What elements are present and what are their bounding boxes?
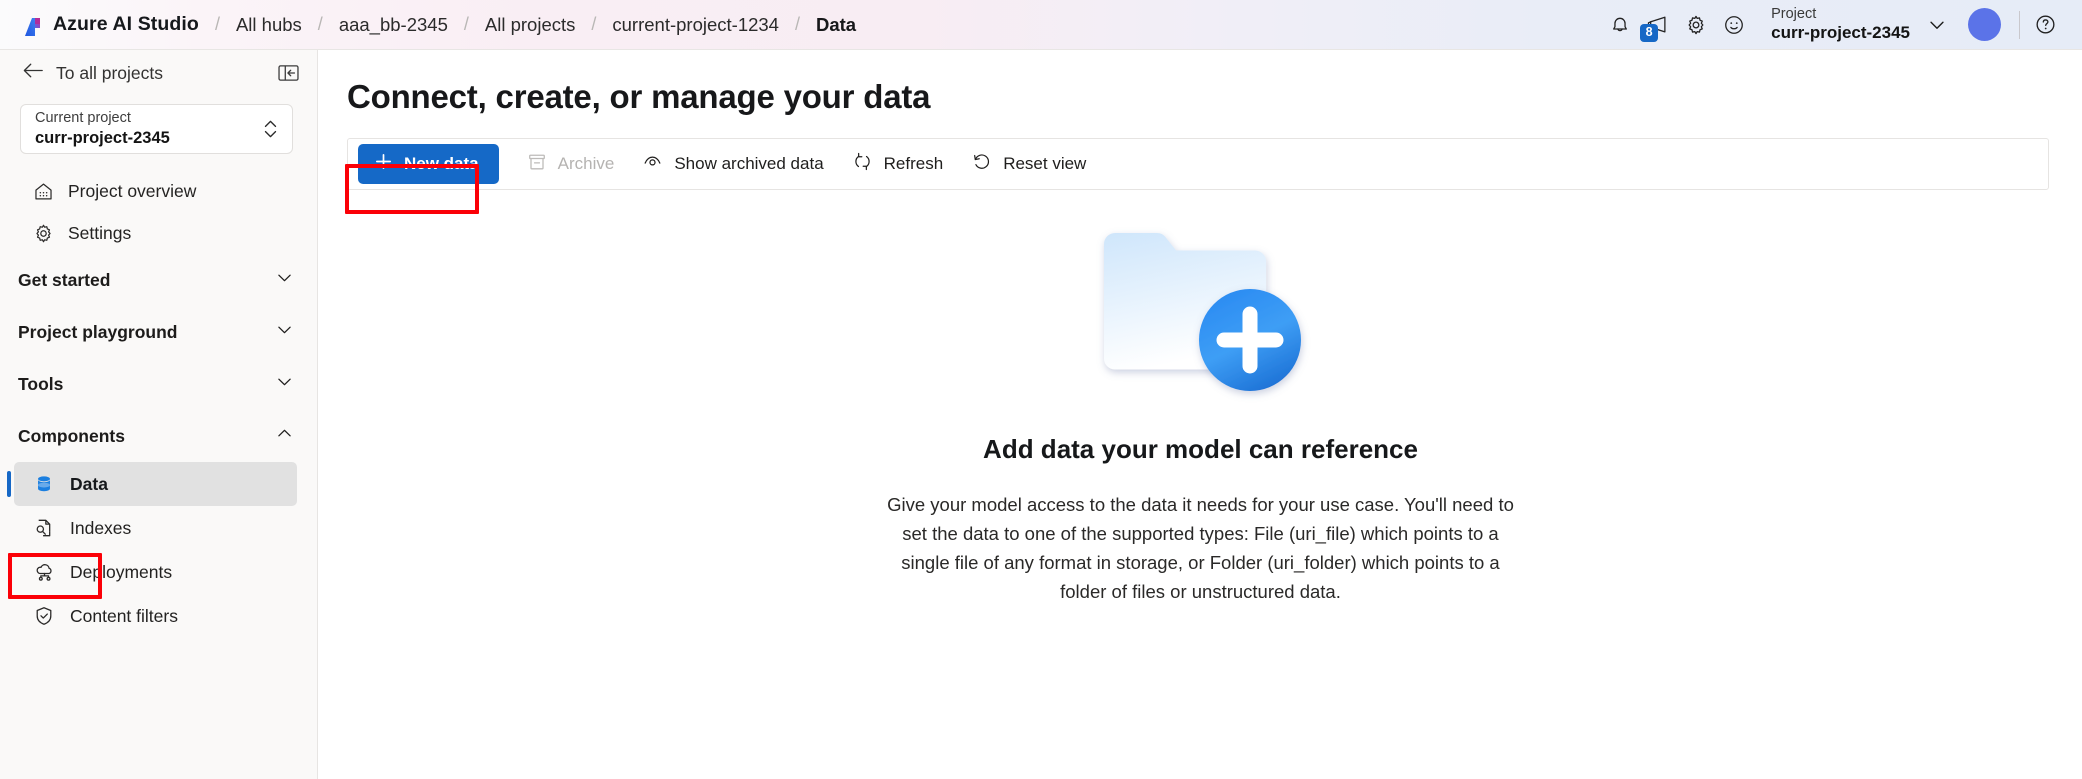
breadcrumb-project[interactable]: current-project-1234: [612, 14, 779, 36]
collapse-panel-icon[interactable]: [273, 58, 303, 88]
refresh-button[interactable]: Refresh: [838, 145, 958, 183]
top-header-bar: Azure AI Studio / All hubs / aaa_bb-2345…: [0, 0, 2082, 50]
sidebar-item-deployments[interactable]: Deployments: [14, 550, 297, 594]
eye-icon: [642, 151, 663, 177]
current-project-selector[interactable]: Current project curr-project-2345: [20, 104, 293, 154]
cloud-deployment-icon: [32, 561, 56, 583]
header-project-label: Project: [1771, 5, 1817, 22]
current-project-label: Current project: [35, 110, 131, 127]
home-overview-icon: [32, 181, 54, 202]
breadcrumb-data[interactable]: Data: [816, 14, 856, 36]
sidebar-section-label: Components: [18, 425, 125, 446]
chevron-up-down-icon: [263, 117, 278, 141]
user-avatar[interactable]: [1968, 8, 2001, 41]
sidebar-item-content-filters[interactable]: Content filters: [14, 594, 297, 638]
sidebar-section-label: Get started: [18, 269, 111, 290]
chevron-down-icon: [274, 267, 295, 293]
sidebar-item-label: Project overview: [68, 180, 197, 201]
sidebar-section-label: Project playground: [18, 321, 178, 342]
sidebar-item-label: Deployments: [70, 561, 173, 582]
header-project-switcher[interactable]: Project curr-project-2345: [1771, 6, 1910, 43]
refresh-button-label: Refresh: [883, 154, 944, 173]
new-data-button-label: New data: [404, 154, 479, 173]
sidebar-section-tools[interactable]: Tools: [0, 358, 317, 410]
settings-gear-button[interactable]: [1677, 6, 1715, 44]
refresh-icon: [852, 151, 873, 177]
sidebar-section-components[interactable]: Components: [0, 410, 317, 462]
announcements-megaphone-button[interactable]: 8: [1639, 6, 1677, 44]
sidebar-item-label: Content filters: [70, 605, 178, 626]
sidebar-section-label: Tools: [18, 373, 64, 394]
back-link-label: To all projects: [56, 62, 163, 83]
azure-ai-studio-logo-icon: [22, 13, 44, 37]
breadcrumb-separator: /: [591, 14, 597, 34]
sidebar-header: To all projects: [0, 50, 317, 96]
breadcrumb-separator: /: [317, 14, 323, 34]
help-question-button[interactable]: [2026, 6, 2064, 44]
main-content: Connect, create, or manage your data New…: [319, 50, 2082, 779]
empty-state-title: Add data your model can reference: [983, 434, 1418, 464]
sidebar-item-data[interactable]: Data: [7, 462, 297, 506]
breadcrumb-all-hubs[interactable]: All hubs: [236, 14, 302, 36]
feedback-smiley-button[interactable]: [1715, 6, 1753, 44]
sidebar-item-label: Settings: [68, 222, 132, 243]
arrow-left-icon: [22, 62, 44, 84]
sidebar-item-label: Indexes: [70, 517, 132, 538]
chevron-up-icon: [274, 423, 295, 449]
empty-state: Add data your model can reference Give y…: [319, 216, 2082, 606]
archive-box-icon: [527, 152, 547, 177]
sidebar-item-indexes[interactable]: Indexes: [14, 506, 297, 550]
notification-count-badge: 8: [1640, 23, 1659, 42]
reset-undo-icon: [971, 151, 992, 177]
page-title: Connect, create, or manage your data: [347, 78, 931, 115]
header-project-value: curr-project-2345: [1771, 23, 1910, 43]
header-divider: [2019, 10, 2020, 39]
show-archived-data-button[interactable]: Show archived data: [628, 145, 837, 183]
empty-state-body: Give your model access to the data it ne…: [887, 494, 1514, 602]
archive-button-label: Archive: [557, 154, 615, 173]
breadcrumb-hub[interactable]: aaa_bb-2345: [339, 14, 448, 36]
chevron-down-icon[interactable]: [1920, 8, 1954, 42]
reset-view-button-label: Reset view: [1003, 154, 1087, 173]
breadcrumb-separator: /: [214, 14, 220, 34]
database-icon: [32, 473, 56, 495]
sidebar-section-project-playground[interactable]: Project playground: [0, 306, 317, 358]
gear-icon: [32, 223, 54, 244]
index-search-document-icon: [32, 517, 56, 539]
chevron-down-icon: [274, 371, 295, 397]
left-sidebar: To all projects Current project curr-pro…: [0, 50, 318, 779]
breadcrumb-separator: /: [463, 14, 469, 34]
new-data-button[interactable]: New data: [358, 144, 499, 184]
sidebar-item-settings[interactable]: Settings: [0, 212, 317, 254]
chevron-down-icon: [274, 319, 295, 345]
shield-check-icon: [32, 605, 56, 627]
brand-name: Azure AI Studio: [53, 13, 199, 35]
archive-button[interactable]: Archive: [513, 145, 629, 183]
command-toolbar: New data Archive Show archived data Refr…: [347, 138, 2049, 190]
current-project-value: curr-project-2345: [35, 128, 170, 147]
folder-plus-illustration-icon: [1086, 216, 1316, 406]
sidebar-item-label: Data: [70, 473, 108, 494]
plus-icon: [374, 152, 393, 176]
brand-home-link[interactable]: Azure AI Studio: [0, 13, 199, 37]
sidebar-section-get-started[interactable]: Get started: [0, 254, 317, 306]
notifications-bell-button[interactable]: [1601, 6, 1639, 44]
reset-view-button[interactable]: Reset view: [957, 145, 1100, 183]
sidebar-item-project-overview[interactable]: Project overview: [0, 170, 317, 212]
header-actions: 8 Project curr-project-2345: [1601, 0, 2082, 50]
breadcrumb-separator: /: [794, 14, 800, 34]
breadcrumb-all-projects[interactable]: All projects: [485, 14, 575, 36]
sidebar-primary-nav: Project overview Settings: [0, 170, 317, 254]
back-to-all-projects-link[interactable]: To all projects: [22, 62, 163, 84]
show-archived-data-label: Show archived data: [674, 154, 824, 173]
